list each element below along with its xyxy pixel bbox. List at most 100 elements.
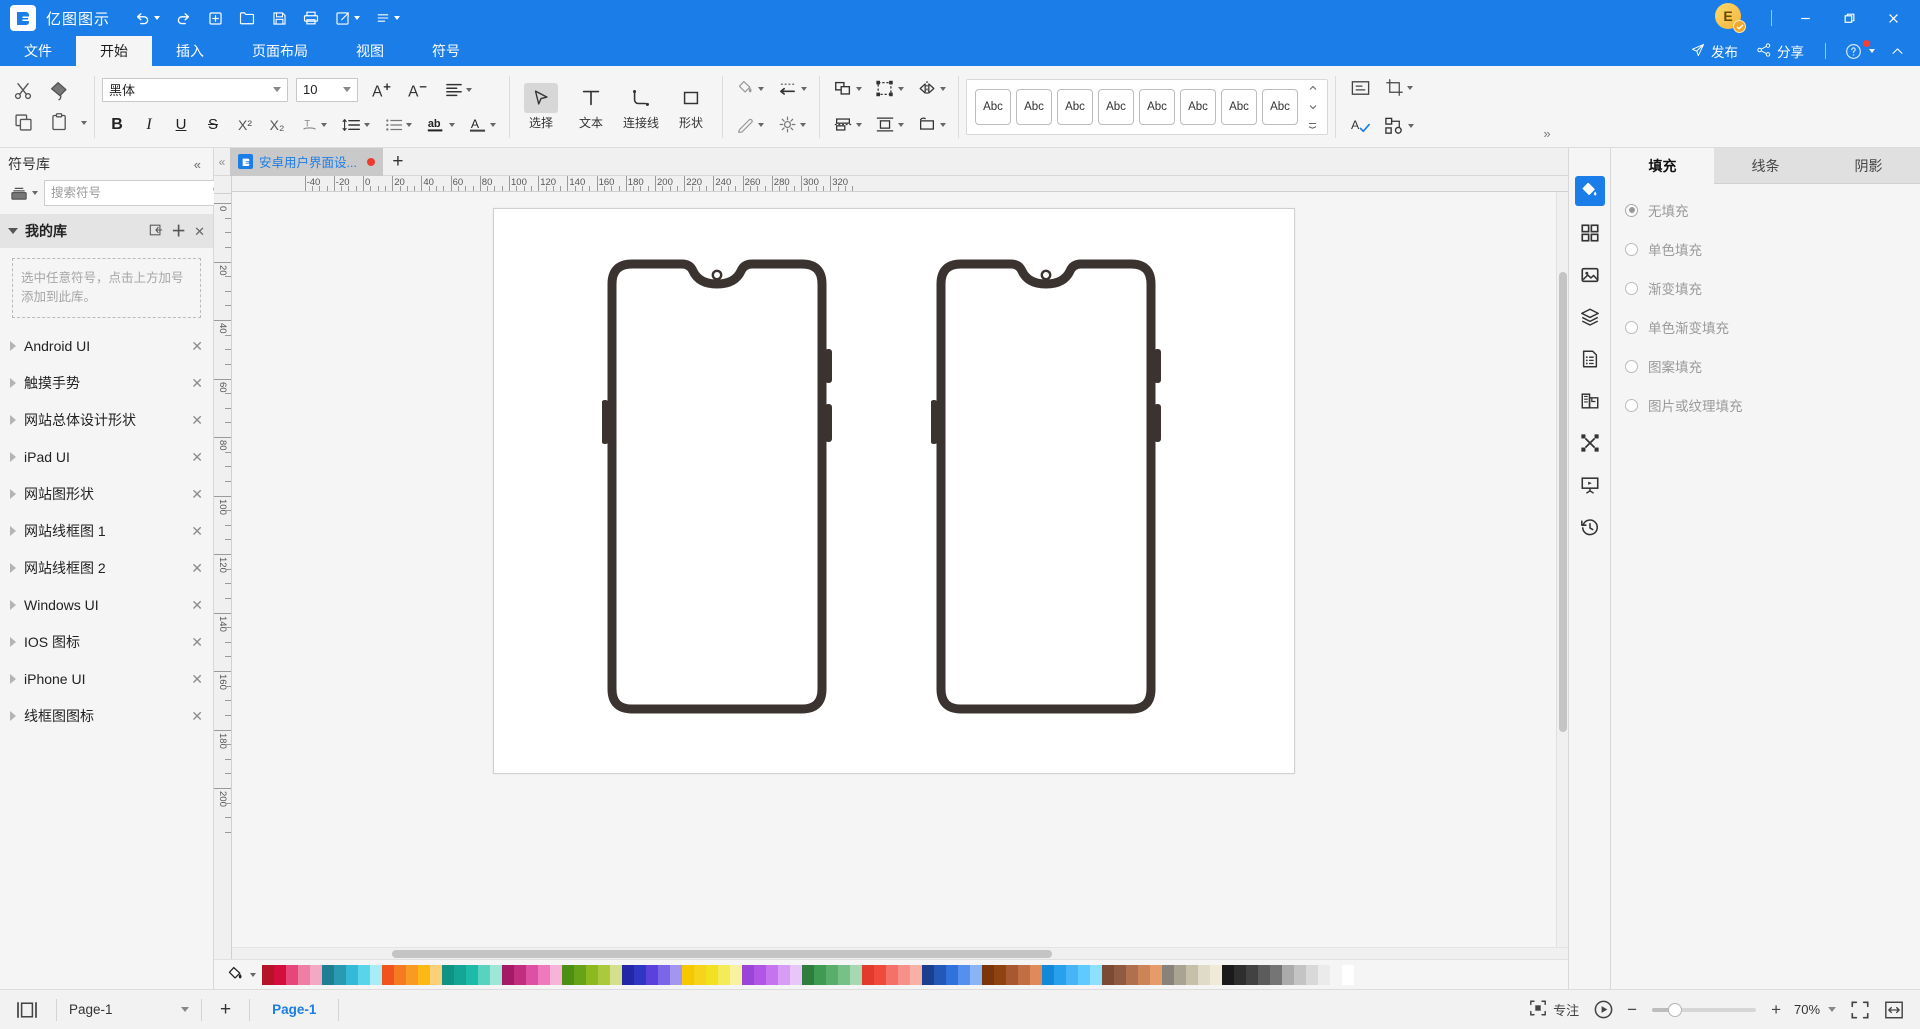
library-item-windows-ui[interactable]: Windows UI ✕ xyxy=(0,587,213,624)
color-swatch[interactable] xyxy=(790,964,802,985)
fit-page-button[interactable] xyxy=(1844,996,1876,1024)
canvas-viewport[interactable] xyxy=(232,192,1556,947)
export-icon[interactable] xyxy=(328,4,366,32)
page-tab-page-1[interactable]: Page-1 xyxy=(262,1002,326,1017)
effects-icon[interactable] xyxy=(772,111,812,139)
color-swatch[interactable] xyxy=(1042,964,1054,985)
color-swatch[interactable] xyxy=(910,964,922,985)
shape-tool[interactable]: 形状 xyxy=(667,80,715,134)
color-swatch[interactable] xyxy=(526,964,538,985)
color-swatch[interactable] xyxy=(850,964,862,985)
gallery-expand-icon[interactable] xyxy=(1306,118,1319,133)
color-swatch[interactable] xyxy=(1018,964,1030,985)
library-item-website-overall-design[interactable]: 网站总体设计形状 ✕ xyxy=(0,402,213,439)
radio-button[interactable] xyxy=(1625,281,1638,295)
tab-shadow[interactable]: 阴影 xyxy=(1817,148,1920,184)
remove-library-icon[interactable]: ✕ xyxy=(189,486,205,503)
color-swatch[interactable] xyxy=(322,964,334,985)
color-swatch[interactable] xyxy=(274,964,286,985)
color-swatch[interactable] xyxy=(862,964,874,985)
color-swatch[interactable] xyxy=(814,964,826,985)
color-swatch[interactable] xyxy=(514,964,526,985)
fill-option-picture-texture[interactable]: 图片或纹理填充 xyxy=(1625,395,1906,415)
history-panel-icon[interactable] xyxy=(1575,512,1605,542)
color-swatch[interactable] xyxy=(994,964,1006,985)
scrollbar-thumb[interactable] xyxy=(1559,272,1567,732)
color-swatch[interactable] xyxy=(298,964,310,985)
close-button[interactable] xyxy=(1872,0,1914,36)
toggle-panels-icon[interactable] xyxy=(10,997,44,1023)
radio-button[interactable] xyxy=(1625,203,1638,217)
fill-color-icon[interactable] xyxy=(730,75,770,103)
color-swatch[interactable] xyxy=(1114,964,1126,985)
my-library-group[interactable]: 我的库 ＋ ✕ xyxy=(0,214,213,248)
color-swatch[interactable] xyxy=(1294,964,1306,985)
color-swatch[interactable] xyxy=(1066,964,1078,985)
style-card[interactable]: Abc xyxy=(975,88,1011,125)
canvas-vertical-scrollbar[interactable] xyxy=(1556,192,1568,947)
play-presentation-button[interactable] xyxy=(1587,995,1620,1024)
align-icon[interactable] xyxy=(827,111,867,139)
remove-library-icon[interactable]: ✕ xyxy=(189,338,205,355)
color-swatch[interactable] xyxy=(406,964,418,985)
library-item-wireframe-2[interactable]: 网站线框图 2 ✕ xyxy=(0,550,213,587)
color-swatch[interactable] xyxy=(1078,964,1090,985)
font-family-select[interactable]: 黑体 xyxy=(102,77,288,102)
tab-line[interactable]: 线条 xyxy=(1714,148,1817,184)
fill-option-mono-gradient[interactable]: 单色渐变填充 xyxy=(1625,317,1906,337)
minimize-button[interactable] xyxy=(1784,0,1826,36)
color-swatch[interactable] xyxy=(1150,964,1162,985)
share-button[interactable]: 分享 xyxy=(1749,38,1811,64)
strikethrough-icon[interactable]: S xyxy=(198,111,228,139)
spellcheck-icon[interactable]: A xyxy=(1343,111,1377,141)
radio-button[interactable] xyxy=(1625,359,1638,373)
line-color-icon[interactable] xyxy=(730,111,770,139)
color-swatch[interactable] xyxy=(982,964,994,985)
color-swatch[interactable] xyxy=(1138,964,1150,985)
text-highlight-icon[interactable]: ab xyxy=(420,111,460,139)
layers-panel-icon[interactable] xyxy=(1575,302,1605,332)
image-panel-icon[interactable] xyxy=(1575,260,1605,290)
color-swatch[interactable] xyxy=(682,964,694,985)
color-swatch[interactable] xyxy=(1318,964,1330,985)
color-swatch[interactable] xyxy=(874,964,886,985)
fit-width-button[interactable] xyxy=(1878,996,1910,1024)
flip-icon[interactable] xyxy=(911,75,951,103)
color-swatch[interactable] xyxy=(466,964,478,985)
search-input-wrapper[interactable] xyxy=(44,180,234,206)
zoom-slider[interactable] xyxy=(1652,1002,1757,1017)
remove-library-icon[interactable]: ✕ xyxy=(189,708,205,725)
library-item-wireframe-1[interactable]: 网站线框图 1 ✕ xyxy=(0,513,213,550)
remove-library-icon[interactable]: ✕ xyxy=(189,671,205,688)
color-swatch[interactable] xyxy=(706,964,718,985)
menu-item-symbol[interactable]: 符号 xyxy=(408,36,484,66)
color-swatch[interactable] xyxy=(610,964,622,985)
increase-font-size-icon[interactable]: A xyxy=(366,75,400,105)
library-item-ios-icons[interactable]: IOS 图标 ✕ xyxy=(0,624,213,661)
library-item-website-shapes[interactable]: 网站图形状 ✕ xyxy=(0,476,213,513)
radio-button[interactable] xyxy=(1625,398,1638,412)
presentation-panel-icon[interactable] xyxy=(1575,470,1605,500)
fill-color-picker-button[interactable] xyxy=(220,965,262,984)
publish-button[interactable]: 发布 xyxy=(1683,38,1745,64)
menu-item-view[interactable]: 视图 xyxy=(332,36,408,66)
remove-library-icon[interactable]: ✕ xyxy=(189,523,205,540)
smart-layout-icon[interactable] xyxy=(1379,112,1419,140)
add-document-tab-button[interactable]: + xyxy=(383,148,413,176)
radio-button[interactable] xyxy=(1625,320,1638,334)
color-swatch[interactable] xyxy=(886,964,898,985)
zoom-slider-knob[interactable] xyxy=(1667,1002,1682,1017)
add-page-button[interactable]: + xyxy=(214,996,237,1023)
color-swatch[interactable] xyxy=(622,964,634,985)
color-swatch[interactable] xyxy=(1090,964,1102,985)
color-swatch[interactable] xyxy=(586,964,598,985)
color-swatch[interactable] xyxy=(1282,964,1294,985)
color-swatch[interactable] xyxy=(1234,964,1246,985)
rotate-icon[interactable] xyxy=(911,111,951,139)
color-swatch[interactable] xyxy=(1126,964,1138,985)
account-avatar[interactable]: E xyxy=(1715,3,1746,33)
collapse-right-panel-icon[interactable]: » xyxy=(1526,119,1568,147)
color-swatch[interactable] xyxy=(358,964,370,985)
library-item-touch-gestures[interactable]: 触摸手势 ✕ xyxy=(0,365,213,402)
android-phone-frame-2[interactable] xyxy=(931,254,1161,719)
